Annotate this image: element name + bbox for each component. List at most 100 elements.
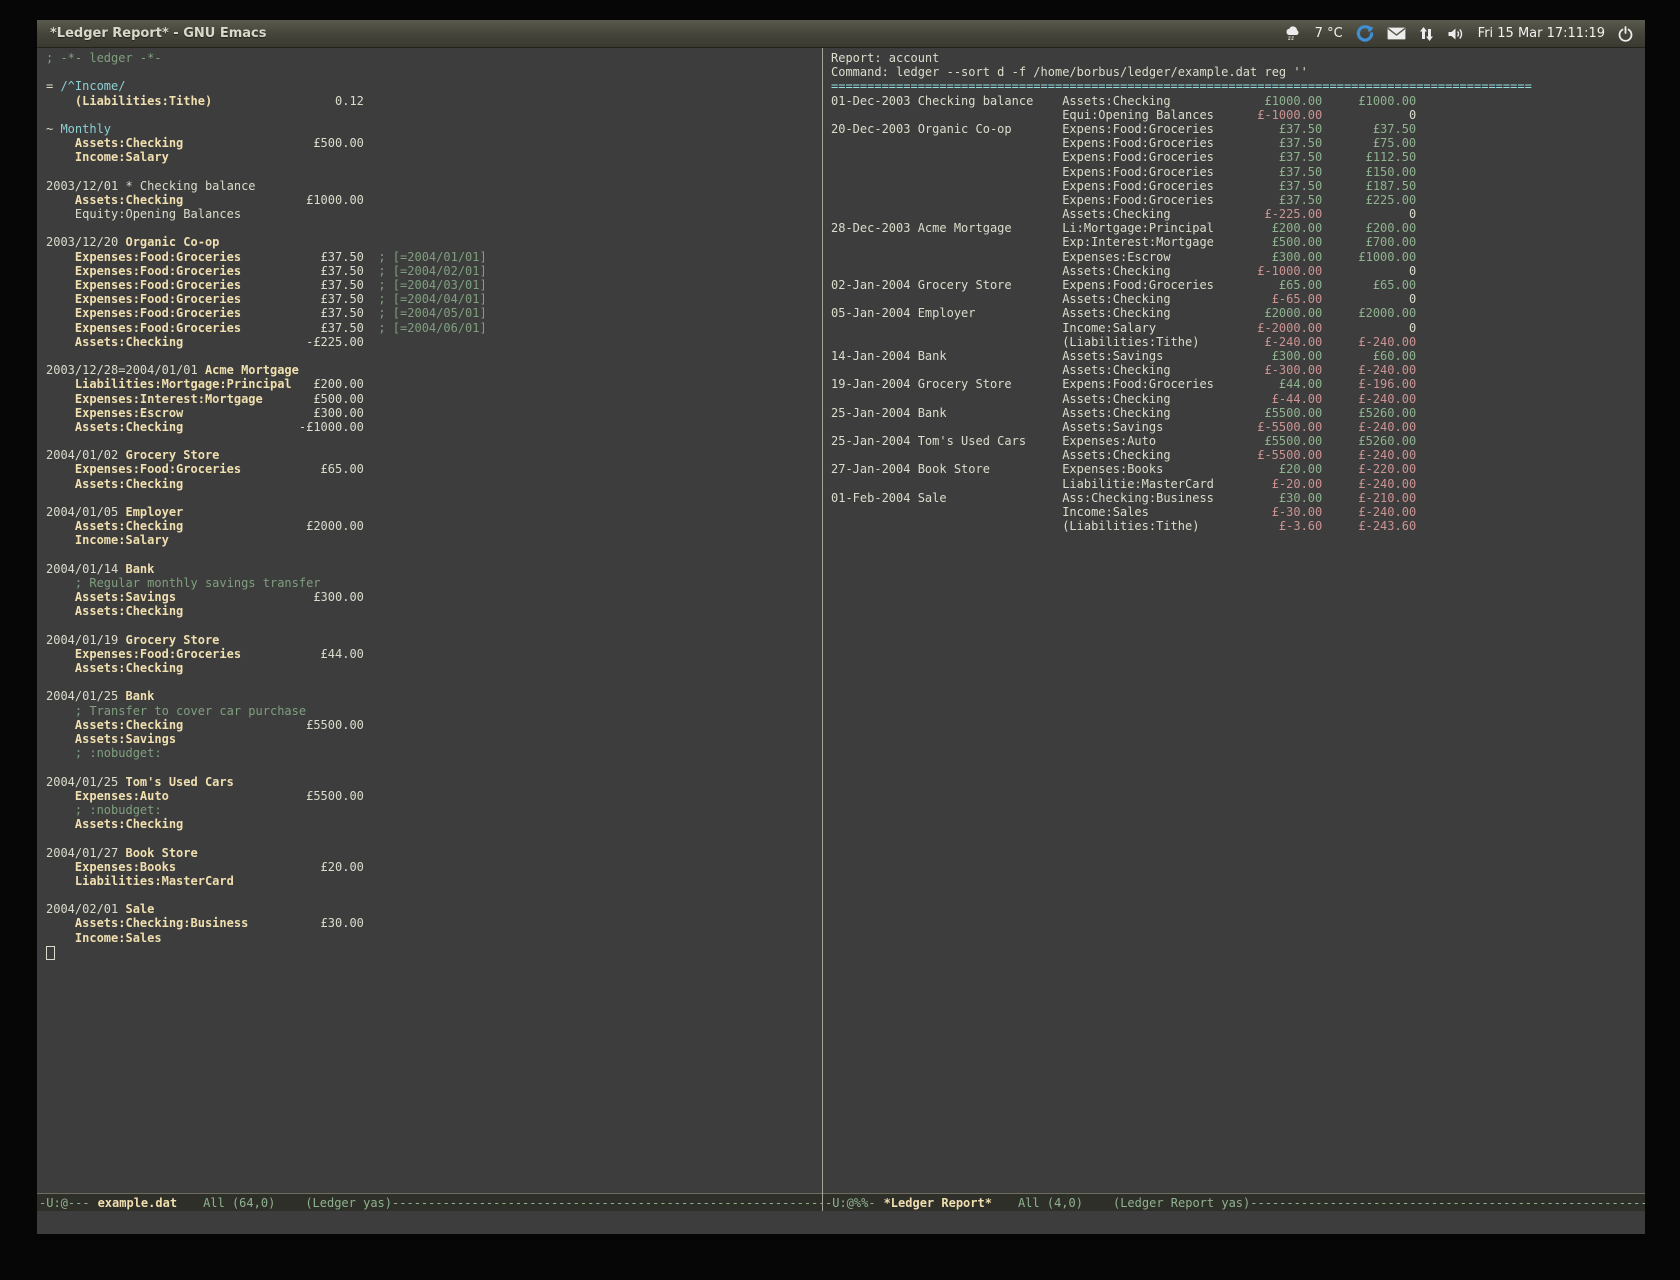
modeline-buffer-name: example.dat	[98, 1196, 177, 1210]
temperature-label: 7 °C	[1315, 26, 1343, 41]
register-row: 25-Jan-2004 Tom's Used CarsExpenses:Auto…	[831, 434, 1645, 448]
modeline-position: All (4,0)	[1018, 1196, 1083, 1210]
weather-icon[interactable]	[1284, 26, 1302, 41]
buffer-line	[46, 349, 822, 363]
register-row: 14-Jan-2004 BankAssets:Savings£300.00£60…	[831, 349, 1645, 363]
buffer-line: Assets:Checking £500.00	[46, 136, 822, 150]
buffer-line: Assets:Checking £5500.00	[46, 718, 822, 732]
window-ledger-report: Report: account Command: ledger --sort d…	[823, 48, 1645, 1211]
text-cursor	[46, 946, 55, 960]
register-row: Equi:Opening Balances£-1000.000	[831, 108, 1645, 122]
buffer-line: Assets:Checking	[46, 817, 822, 831]
buffer-line	[46, 619, 822, 633]
window-title: *Ledger Report* - GNU Emacs	[37, 26, 266, 41]
register-row: 19-Jan-2004 Grocery StoreExpens:Food:Gro…	[831, 377, 1645, 391]
register-row: Expens:Food:Groceries£37.50£112.50	[831, 150, 1645, 164]
buffer-line: = /^Income/	[46, 79, 822, 93]
clock-label[interactable]: Fri 15 Mar 17:11:19	[1478, 26, 1605, 41]
register-row: Expenses:Escrow£300.00£1000.00	[831, 250, 1645, 264]
ledger-report-buffer[interactable]: Report: account Command: ledger --sort d…	[823, 48, 1645, 1193]
echo-area[interactable]	[37, 1211, 1645, 1234]
register-row: 28-Dec-2003 Acme MortgageLi:Mortgage:Pri…	[831, 221, 1645, 235]
modeline-modes: (Ledger yas)	[305, 1196, 392, 1210]
register-row: Expens:Food:Groceries£37.50£75.00	[831, 136, 1645, 150]
buffer-line: Income:Salary	[46, 533, 822, 547]
buffer-line: Income:Sales	[46, 931, 822, 945]
buffer-line: Assets:Checking -£225.00	[46, 335, 822, 349]
buffer-line: ; Transfer to cover car purchase	[46, 704, 822, 718]
buffer-line: Expenses:Food:Groceries £44.00	[46, 647, 822, 661]
modeline-filler: ----------------------------------------…	[392, 1196, 822, 1210]
buffer-line: 2004/02/01 Sale	[46, 902, 822, 916]
buffer-line: Assets:Checking:Business £30.00	[46, 916, 822, 930]
buffer-line	[46, 675, 822, 689]
buffer-line: Assets:Checking	[46, 661, 822, 675]
buffer-line: (Liabilities:Tithe) 0.12	[46, 94, 822, 108]
modeline-position: All (64,0)	[203, 1196, 275, 1210]
buffer-line: Liabilities:Mortgage:Principal £200.00	[46, 377, 822, 391]
register-row: Income:Sales£-30.00£-240.00	[831, 505, 1645, 519]
buffer-line: Expenses:Books £20.00	[46, 860, 822, 874]
register-row: 05-Jan-2004 EmployerAssets:Checking£2000…	[831, 306, 1645, 320]
buffer-line: 2004/01/05 Employer	[46, 505, 822, 519]
buffer-line	[46, 165, 822, 179]
register-row: Income:Salary£-2000.000	[831, 321, 1645, 335]
report-rows: 01-Dec-2003 Checking balanceAssets:Check…	[831, 94, 1645, 534]
buffer-line: Equity:Opening Balances	[46, 207, 822, 221]
modeline-left[interactable]: -U:@---example.datAll (64,0)(Ledger yas)…	[37, 1193, 822, 1211]
emacs-frame: *Ledger Report* - GNU Emacs 7 °C	[37, 20, 1645, 1234]
register-row: Assets:Checking£-5500.00£-240.00	[831, 448, 1645, 462]
register-row: 25-Jan-2004 BankAssets:Checking£5500.00£…	[831, 406, 1645, 420]
register-row: Exp:Interest:Mortgage£500.00£700.00	[831, 235, 1645, 249]
window-titlebar[interactable]: *Ledger Report* - GNU Emacs 7 °C	[37, 20, 1645, 48]
buffer-line	[46, 888, 822, 902]
ledger-file-buffer[interactable]: ; -*- ledger -*-= /^Income/ (Liabilities…	[37, 48, 822, 1193]
register-row: Expens:Food:Groceries£37.50£187.50	[831, 179, 1645, 193]
buffer-line: 2003/12/01 * Checking balance	[46, 179, 822, 193]
buffer-line: Expenses:Food:Groceries £37.50 ; [=2004/…	[46, 292, 822, 306]
buffer-line: 2003/12/28=2004/01/01 Acme Mortgage	[46, 363, 822, 377]
buffer-line: 2004/01/02 Grocery Store	[46, 448, 822, 462]
buffer-line: 2004/01/14 Bank	[46, 562, 822, 576]
report-title-line: Report: account	[831, 51, 1645, 65]
register-row: (Liabilities:Tithe)£-240.00£-240.00	[831, 335, 1645, 349]
buffer-line	[46, 221, 822, 235]
buffer-line: Expenses:Food:Groceries £37.50 ; [=2004/…	[46, 306, 822, 320]
register-row: Expens:Food:Groceries£37.50£225.00	[831, 193, 1645, 207]
buffer-line: Expenses:Food:Groceries £37.50 ; [=2004/…	[46, 278, 822, 292]
buffer-line: Expenses:Food:Groceries £37.50 ; [=2004/…	[46, 264, 822, 278]
register-row: Assets:Savings£-5500.00£-240.00	[831, 420, 1645, 434]
window-ledger-file: ; -*- ledger -*-= /^Income/ (Liabilities…	[37, 48, 822, 1211]
register-row: Assets:Checking£-300.00£-240.00	[831, 363, 1645, 377]
buffer-line: ; :nobudget:	[46, 803, 822, 817]
buffer-line: 2004/01/25 Tom's Used Cars	[46, 775, 822, 789]
mail-icon[interactable]	[1387, 27, 1406, 40]
register-row: Assets:Checking£-44.00£-240.00	[831, 392, 1645, 406]
register-row: (Liabilities:Tithe)£-3.60£-243.60	[831, 519, 1645, 533]
register-row: Expens:Food:Groceries£37.50£150.00	[831, 165, 1645, 179]
register-row: 01-Dec-2003 Checking balanceAssets:Check…	[831, 94, 1645, 108]
buffer-line	[46, 548, 822, 562]
register-row: 20-Dec-2003 Organic Co-opExpens:Food:Gro…	[831, 122, 1645, 136]
buffer-line: ~ Monthly	[46, 122, 822, 136]
power-icon[interactable]	[1618, 26, 1633, 42]
buffer-line: Assets:Checking £2000.00	[46, 519, 822, 533]
volume-icon[interactable]	[1447, 27, 1465, 41]
modeline-buffer-name: *Ledger Report*	[884, 1196, 992, 1210]
buffer-line: Assets:Checking £1000.00	[46, 193, 822, 207]
buffer-line: Assets:Savings £300.00	[46, 590, 822, 604]
buffer-line	[46, 831, 822, 845]
buffer-line	[46, 945, 822, 959]
modeline-modes: (Ledger Report yas)	[1113, 1196, 1250, 1210]
buffer-line: Liabilities:MasterCard	[46, 874, 822, 888]
modeline-right[interactable]: -U:@%%-*Ledger Report*All (4,0)(Ledger R…	[823, 1193, 1645, 1211]
buffer-line: ; :nobudget:	[46, 746, 822, 760]
network-icon[interactable]	[1419, 26, 1434, 42]
refresh-icon[interactable]	[1356, 25, 1374, 43]
buffer-line: 2004/01/25 Bank	[46, 689, 822, 703]
buffer-line	[46, 108, 822, 122]
emacs-windows: ; -*- ledger -*-= /^Income/ (Liabilities…	[37, 48, 1645, 1211]
register-row: 27-Jan-2004 Book StoreExpenses:Books£20.…	[831, 462, 1645, 476]
register-row: Assets:Checking£-65.000	[831, 292, 1645, 306]
buffer-line: Income:Salary	[46, 150, 822, 164]
